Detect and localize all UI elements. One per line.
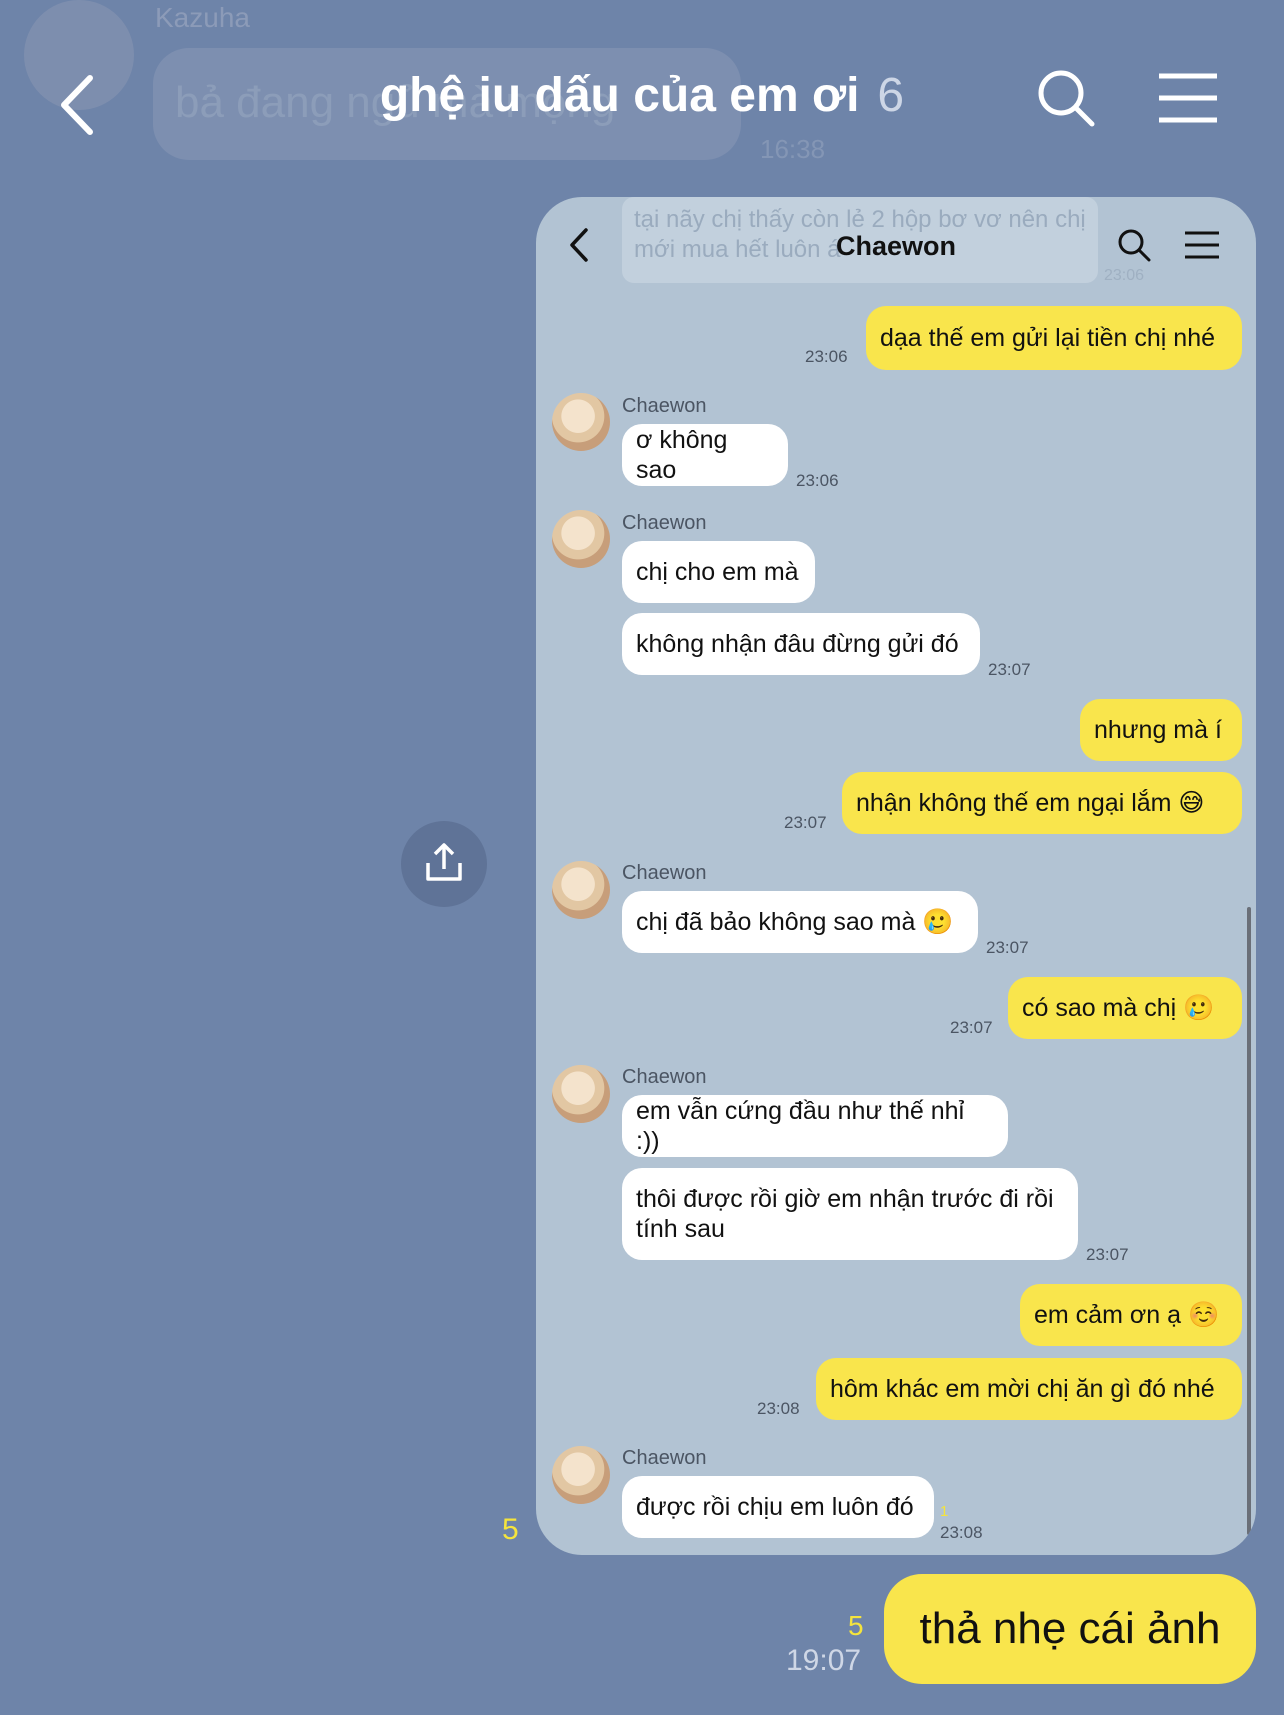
sender-name: Chaewon	[622, 512, 707, 534]
received-message-bubble: em vẫn cứng đầu như thế nhỉ :))	[622, 1095, 1008, 1157]
chaewon-avatar[interactable]	[552, 1446, 610, 1504]
share-button[interactable]	[401, 821, 487, 907]
scrollbar[interactable]	[1247, 907, 1251, 1535]
menu-button[interactable]	[1157, 72, 1219, 124]
received-message-bubble: ơ không sao	[622, 424, 788, 486]
search-button[interactable]	[1036, 68, 1098, 130]
image-unread-count: 5	[502, 1513, 519, 1546]
chat-header: ghệ iu dấu của em ơi 6	[0, 40, 1284, 158]
sender-name: Chaewon	[622, 1066, 707, 1088]
received-message-bubble: không nhận đâu đừng gửi đó	[622, 613, 980, 675]
my-message-bubble[interactable]: thả nhẹ cái ảnh	[884, 1574, 1256, 1684]
received-message-bubble: chị cho em mà	[622, 541, 815, 603]
message-time: 23:07	[986, 938, 1029, 957]
sent-message-bubble: hôm khác em mời chị ăn gì đó nhé	[816, 1358, 1242, 1420]
hamburger-menu-icon	[1185, 231, 1219, 259]
sender-name: Chaewon	[622, 395, 707, 417]
chaewon-avatar[interactable]	[552, 510, 610, 568]
chaewon-avatar[interactable]	[552, 861, 610, 919]
hamburger-menu-icon	[1159, 73, 1217, 123]
sent-message-bubble: em cảm ơn ạ ☺️	[1020, 1284, 1242, 1346]
sent-message-bubble: nhưng mà í	[1080, 699, 1242, 761]
message-time: 23:07	[988, 660, 1031, 679]
sender-name: Chaewon	[622, 1447, 707, 1469]
chat-title-text: ghệ iu dấu của em ơi	[379, 69, 860, 122]
my-message-time: 19:07	[786, 1644, 862, 1677]
member-count: 6	[877, 69, 905, 122]
message-time: 23:06	[805, 347, 848, 366]
search-icon	[1118, 229, 1151, 262]
my-message-unread-count: 5	[848, 1610, 864, 1641]
unread-count: 1	[940, 1503, 949, 1520]
share-icon	[426, 843, 462, 881]
sender-name: Chaewon	[622, 862, 707, 884]
message-time: 23:06	[796, 471, 839, 490]
sent-message-bubble: dạa thế em gửi lại tiền chị nhé	[866, 306, 1242, 370]
chaewon-avatar[interactable]	[552, 1065, 610, 1123]
screenshot-header: Chaewon	[536, 197, 1256, 293]
message-time: 23:08	[757, 1399, 800, 1418]
message-time: 23:08	[940, 1523, 983, 1542]
shared-screenshot-image[interactable]: tại nãy chị thấy còn lẻ 2 hộp bơ vơ nên …	[536, 197, 1256, 1555]
message-time: 23:07	[784, 813, 827, 832]
search-icon	[1038, 70, 1095, 127]
received-message-bubble: được rồi chịu em luôn đó	[622, 1476, 934, 1538]
sent-message-bubble: có sao mà chị 🥲	[1008, 977, 1242, 1039]
sent-message-bubble: nhận không thế em ngại lắm 😅	[842, 772, 1242, 834]
received-message-bubble: thôi được rồi giờ em nhận trước đi rồi t…	[622, 1168, 1078, 1260]
message-time: 23:07	[950, 1018, 993, 1037]
previous-sender-name: Kazuha	[155, 2, 250, 33]
received-message-bubble: chị đã bảo không sao mà 🥲	[622, 891, 978, 953]
chaewon-avatar[interactable]	[552, 393, 610, 451]
message-time: 23:07	[1086, 1245, 1129, 1264]
